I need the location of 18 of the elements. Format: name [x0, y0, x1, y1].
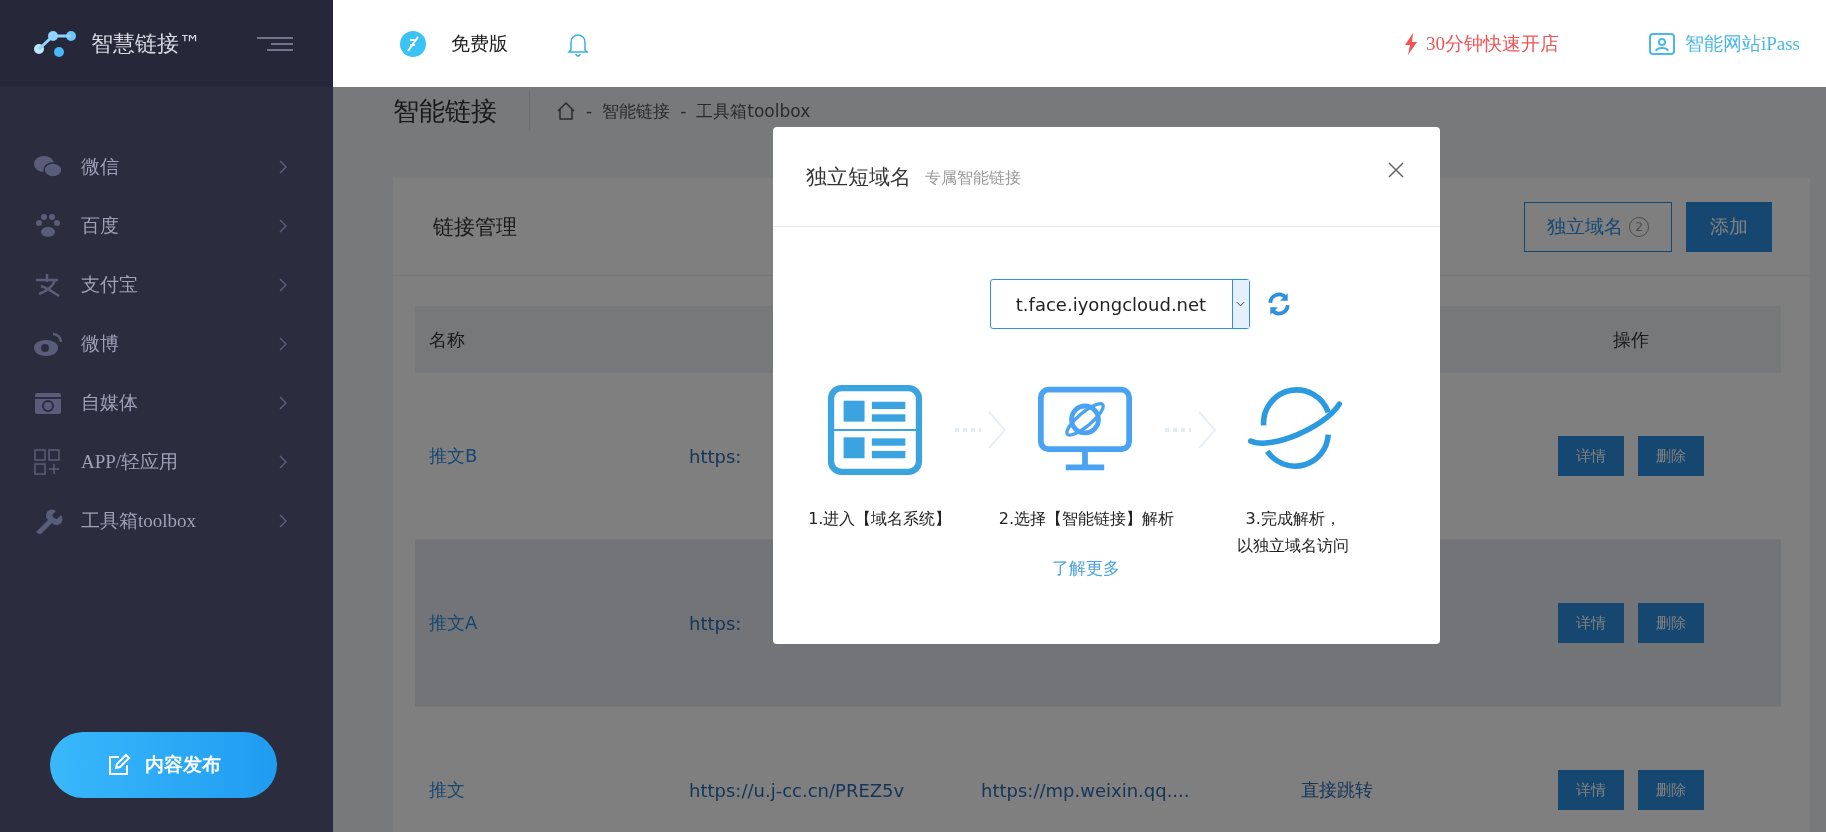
- table-cell-text: 直接跳转: [1301, 778, 1374, 802]
- plan-label: 免费版: [451, 30, 508, 56]
- page-title: 智能链接: [393, 94, 497, 128]
- modal-title: 独立短域名: [806, 163, 911, 191]
- modal-subtitle: 专属智能链接: [925, 167, 1021, 189]
- breadcrumb-separator: -: [586, 101, 593, 121]
- column-header: 名称: [428, 327, 466, 352]
- card-title: 链接管理: [433, 213, 517, 241]
- table-cell-text: https://mp.weixin.qq....: [981, 779, 1191, 801]
- step-label: 2.选择【智能链接】解析: [998, 508, 1175, 530]
- step-label: 3.完成解析， 以独立域名访问: [1237, 508, 1350, 558]
- table-cell-text: https:: [689, 612, 743, 634]
- brand-name: 智慧链接™: [91, 29, 201, 58]
- column-header: 操作: [1612, 327, 1650, 352]
- breadcrumb-separator: -: [680, 101, 687, 121]
- table-cell-text: https:: [689, 445, 743, 467]
- table-cell-text: https://u.j-cc.cn/PREZ5v: [689, 779, 906, 801]
- step-label: 1.进入【域名系统】: [808, 508, 952, 530]
